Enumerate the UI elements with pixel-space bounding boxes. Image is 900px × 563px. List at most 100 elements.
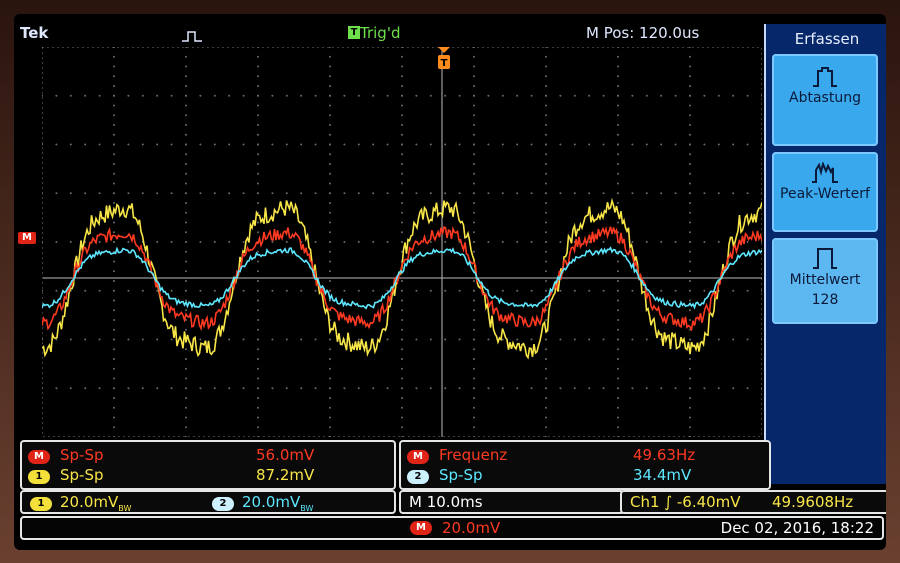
measurement-panel-left[interactable]: M Sp-Sp 56.0mV 1 Sp-Sp 87.2mV [20,440,396,490]
grid-dot [516,338,519,341]
measurement-label: Frequenz [439,446,508,464]
grid-dot [401,377,403,380]
grid-dot [113,280,115,282]
grid-dot [545,231,547,234]
grid-dot [545,367,547,370]
grid-dot [257,221,259,224]
grid-dot [329,192,331,195]
grid-dot [185,172,187,175]
grid-dot [689,85,691,87]
grid-dot [199,289,202,292]
grid-dot [185,94,187,97]
grid-dot [689,172,691,175]
grid-dot [127,241,130,243]
grid-dot [545,65,547,68]
grid-dot [357,94,360,97]
grid-dot [487,338,490,341]
grid-dot [257,231,259,234]
grid-dot [242,192,245,195]
grid-dot [170,241,173,243]
grid-dot [429,192,432,195]
grid-dot [545,202,547,204]
grid-dot [617,202,619,204]
grid-dot [141,338,144,341]
grid-dot [602,192,605,195]
grid-dot [127,289,130,292]
grid-dot [458,143,461,146]
trigger-readout[interactable]: Ch1 ∫ -6.40mV 49.9608Hz [620,490,886,514]
grid-dot [401,163,403,165]
grid-dot [271,289,274,292]
grid-dot [516,387,519,390]
grid-dot [689,270,691,273]
grid-dot [429,338,432,341]
math-scale[interactable]: 20.0mV [442,518,500,538]
grid-dot [473,328,475,331]
grid-dot [429,143,432,146]
grid-dot [545,153,547,156]
grid-dot [329,338,331,341]
measurement-value: 56.0mV [256,446,315,464]
peak-detect-button[interactable]: Peak-Werterf [772,152,878,232]
grid-dot [689,55,691,58]
grid-dot [113,348,115,351]
grid-dot [473,192,475,195]
grid-dot [113,367,115,370]
waveform-plot: T [42,47,762,437]
grid-dot [185,104,187,107]
grid-dot [717,387,720,390]
grid-dot [689,319,691,321]
grid-dot [69,94,72,97]
grid-dot [746,289,749,292]
grid-dot [545,133,547,136]
grid-dot [689,202,691,204]
channel-scale-bar[interactable]: 1 20.0mVBW 2 20.0mVBW [20,490,396,514]
measurement-value: 49.63Hz [633,446,696,464]
grid-dot [588,289,591,292]
grid-dot [545,416,547,419]
grid-dot [372,289,375,292]
grid-dot [473,221,475,224]
grid-dot [444,338,447,341]
grid-dot [401,143,403,146]
grid-dot [156,241,159,243]
grid-dot [113,124,115,126]
grid-dot [185,397,187,399]
grid-dot [660,143,663,146]
measurement-panel-right[interactable]: M Frequenz 49.63Hz 2 Sp-Sp 34.4mV [399,440,771,490]
grid-dot [674,289,677,292]
grid-dot [401,241,403,243]
grid-dot [257,85,259,87]
grid-dot [401,231,403,234]
grid-dot [689,143,691,146]
grid-dot [516,94,519,97]
grid-dot [559,387,562,390]
grid-dot [113,182,115,185]
grid-dot [343,94,346,97]
ch2-scale[interactable]: 2 20.0mVBW [212,492,313,519]
grid-dot [84,94,87,97]
grid-dot [127,192,130,195]
grid-dot [199,387,202,390]
grid-dot [545,211,547,214]
timebase-readout[interactable]: M 10.0ms [399,490,625,514]
grid-dot [617,143,619,146]
grid-dot [257,250,259,253]
grid-dot [257,202,259,204]
grid-dot [617,75,619,78]
math-ground-marker[interactable]: M [18,232,36,244]
sample-mode-button[interactable]: Abtastung [772,54,878,146]
average-mode-button[interactable]: Mittelwert 128 [772,238,878,324]
grid-dot [545,241,547,243]
grid-dot [372,241,375,243]
grid-dot [545,406,547,409]
grid-dot [401,114,403,117]
ch1-scale[interactable]: 1 20.0mVBW [30,492,131,519]
average-count: 128 [811,292,839,308]
grid-dot [113,172,115,175]
grid-dot [573,387,576,390]
grid-dot [617,182,619,185]
status-header: Tek T Trig'd M Pos: 120.0us [14,14,760,42]
grid-dot [257,387,259,390]
grid-dot [473,153,475,156]
